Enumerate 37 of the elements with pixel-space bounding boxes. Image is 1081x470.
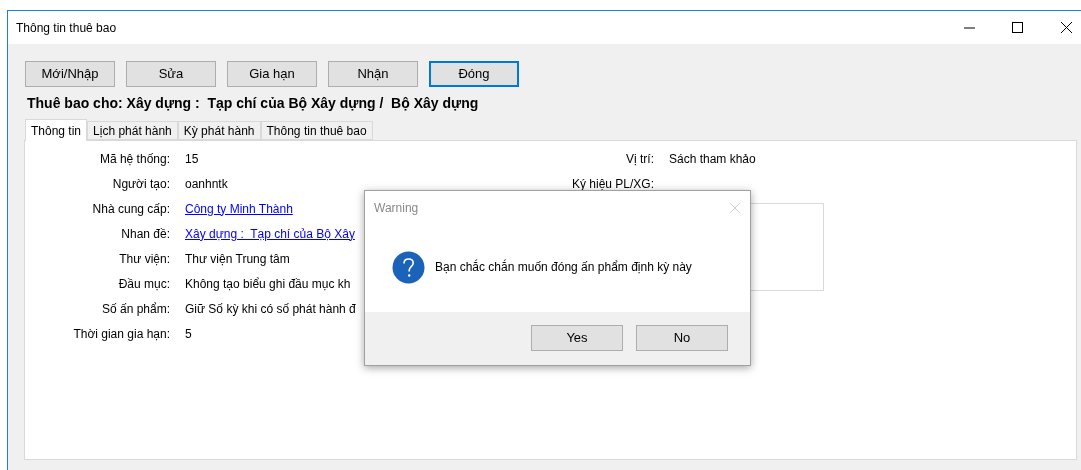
tab[interactable]: Thông tin (25, 119, 88, 141)
toolbar-button[interactable]: Nhận (328, 61, 418, 87)
toolbar-button[interactable]: Sửa (126, 61, 216, 87)
field-label: Thư viện: (118, 250, 170, 268)
window-title: Thông tin thuê bao (16, 19, 117, 37)
field-label: Thời gian gia hạn: (72, 325, 170, 343)
field-value: oanhntk (185, 175, 228, 193)
field-value: 5 (185, 325, 192, 343)
toolbar-button[interactable]: Đóng (429, 61, 519, 87)
field-value: 15 (185, 150, 199, 168)
dialog-button[interactable]: No (636, 324, 728, 351)
question-icon (392, 250, 425, 284)
field-link[interactable]: Xây dựng : Tạp chí của Bộ Xây (185, 224, 355, 243)
dialog-button[interactable]: Yes (531, 324, 623, 351)
toolbar-button[interactable]: Gia hạn (227, 61, 317, 87)
maximize-icon[interactable] (1012, 22, 1023, 33)
field-label: Đầu mục: (117, 275, 170, 293)
field-label: Nhà cung cấp: (91, 200, 170, 218)
dialog-title: Warning (374, 199, 419, 217)
minimize-icon[interactable] (964, 26, 975, 29)
field-label: Số ấn phẩm: (100, 300, 170, 318)
tab[interactable]: Lịch phát hành (87, 121, 178, 140)
toolbar-button[interactable]: Mới/Nhập (25, 61, 115, 87)
field-value: Thư viện Trung tâm (185, 250, 290, 268)
subscription-heading: Thuê bao cho: Xây dựng : Tạp chí của Bộ Xây dựng / Bộ Xây dựng (26, 94, 480, 113)
field-value: Sách tham khảo (669, 150, 756, 168)
close-icon[interactable] (1061, 22, 1072, 33)
field-label: Vị trí: (625, 150, 654, 168)
field-link[interactable]: Công ty Minh Thành (185, 199, 293, 218)
field-label: Mã hệ thống: (98, 150, 170, 168)
tab[interactable]: Kỳ phát hành (177, 121, 261, 140)
field-value: Không tạo biểu ghi đầu mục kh (185, 275, 351, 293)
tab[interactable]: Thông tin thuê bao (260, 121, 373, 140)
field-label: Nhan đề: (120, 225, 170, 243)
dialog-message: Bạn chắc chắn muốn đóng ấn phẩm định kỳ này (435, 258, 692, 276)
field-label: Người tạo: (111, 175, 170, 193)
field-value: Giữ Số kỳ khi có số phát hành đ (185, 300, 356, 318)
